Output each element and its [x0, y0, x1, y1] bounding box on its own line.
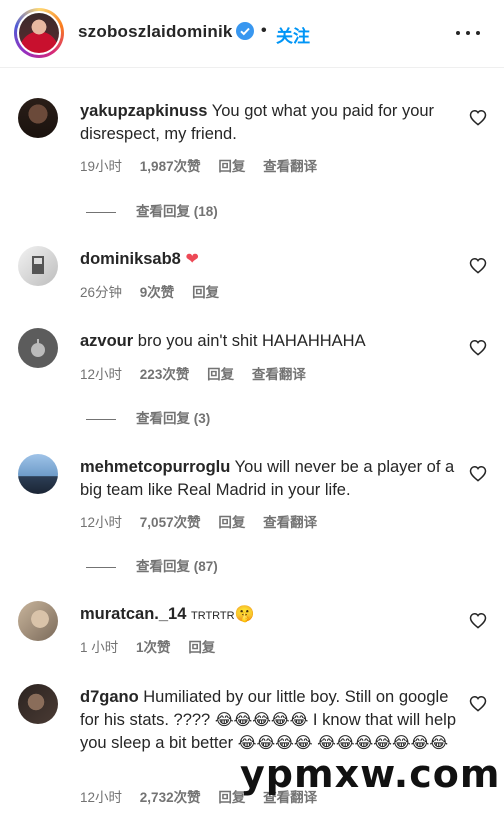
comment-text: TRTRTR — [190, 610, 235, 622]
view-replies-button[interactable]: 查看回复 (3) — [86, 407, 210, 427]
comment-likes[interactable]: 7,057次赞 — [140, 515, 201, 530]
comment-username[interactable]: muratcan._14 — [80, 605, 186, 623]
comment-time: 26分钟 — [80, 285, 123, 300]
comment-body: d7gano Humiliated by our little boy. Sti… — [80, 686, 460, 755]
comment-username[interactable]: dominiksab8 — [80, 250, 181, 268]
comment-username[interactable]: mehmetcopurroglu — [80, 458, 230, 476]
comment-username[interactable]: d7gano — [80, 688, 139, 706]
commenter-avatar[interactable] — [18, 684, 58, 724]
view-replies-button[interactable]: 查看回复 (18) — [86, 200, 218, 220]
comment-text: bro you ain't shit HAHAHHAHA — [137, 332, 366, 350]
reply-button[interactable]: 回复 — [218, 515, 245, 530]
reply-button[interactable]: 回复 — [188, 640, 215, 655]
comment-body: muratcan._14 TRTRTR🤫 — [80, 603, 460, 628]
comment-time: 19小时 — [80, 159, 123, 174]
comment-body: mehmetcopurroglu You will never be a pla… — [80, 456, 460, 502]
reply-button[interactable]: 回复 — [192, 285, 219, 300]
laughing-emoji-row: 😂😂😂😂😂 — [214, 712, 309, 729]
watermark-text: ypmxw.com — [240, 752, 501, 796]
follow-button[interactable]: 关注 — [276, 22, 310, 47]
comment-likes[interactable]: 223次赞 — [140, 367, 190, 382]
comment-meta: 12小时 223次赞 回复 查看翻译 — [80, 363, 320, 383]
reply-button[interactable]: 回复 — [207, 367, 234, 382]
commenter-avatar[interactable] — [18, 601, 58, 641]
like-heart-icon[interactable] — [469, 465, 487, 482]
commenter-avatar[interactable] — [18, 454, 58, 494]
comment-time: 12小时 — [80, 515, 123, 530]
more-options-icon[interactable] — [456, 26, 480, 40]
red-heart-emoji: ❤ — [185, 251, 199, 268]
like-heart-icon[interactable] — [469, 257, 487, 274]
translate-button[interactable]: 查看翻译 — [252, 367, 306, 382]
replies-divider — [86, 566, 116, 568]
replies-divider — [86, 418, 116, 420]
comment-time: 1 小时 — [80, 640, 119, 655]
verified-badge-icon — [236, 22, 254, 40]
view-replies-button[interactable]: 查看回复 (87) — [86, 555, 218, 575]
commenter-avatar[interactable] — [18, 98, 58, 138]
apple-logo-icon — [31, 339, 45, 357]
commenter-avatar[interactable] — [18, 328, 58, 368]
laughing-emoji-row: 😂😂😂😂 — [237, 735, 313, 752]
comment-likes[interactable]: 1次赞 — [136, 640, 171, 655]
avatar-image — [32, 256, 44, 274]
comment-likes[interactable]: 1,987次赞 — [140, 159, 201, 174]
comment-body: yakupzapkinuss You got what you paid for… — [80, 100, 460, 146]
comment-meta: 12小时 7,057次赞 回复 查看翻译 — [80, 511, 331, 531]
comment-time: 12小时 — [80, 367, 123, 382]
comment-body: dominiksab8 ❤ — [80, 248, 460, 271]
reply-button[interactable]: 回复 — [218, 159, 245, 174]
separator-dot: • — [261, 22, 267, 39]
comment-username[interactable]: yakupzapkinuss — [80, 102, 207, 120]
comment-body: azvour bro you ain't shit HAHAHHAHA — [80, 330, 460, 353]
shush-emoji: 🤫 — [234, 606, 255, 623]
profile-avatar[interactable] — [14, 8, 64, 58]
replies-divider — [86, 211, 116, 213]
like-heart-icon[interactable] — [469, 695, 487, 712]
comment-time: 12小时 — [80, 790, 123, 805]
like-heart-icon[interactable] — [469, 109, 487, 126]
comment-username[interactable]: azvour — [80, 332, 133, 350]
comment-meta: 26分钟 9次赞 回复 — [80, 281, 233, 301]
translate-button[interactable]: 查看翻译 — [263, 515, 317, 530]
header-username[interactable]: szoboszlaidominik — [78, 22, 233, 42]
laughing-emoji-row: 😂😂😂😂😂😂😂 — [317, 735, 449, 752]
like-heart-icon[interactable] — [469, 339, 487, 356]
like-heart-icon[interactable] — [469, 612, 487, 629]
translate-button[interactable]: 查看翻译 — [263, 159, 317, 174]
comment-likes[interactable]: 2,732次赞 — [140, 790, 201, 805]
commenter-avatar[interactable] — [18, 246, 58, 286]
comment-meta: 1 小时 1次赞 回复 — [80, 636, 229, 656]
avatar-image — [19, 13, 59, 53]
post-header: szoboszlaidominik • 关注 — [0, 0, 504, 68]
comment-likes[interactable]: 9次赞 — [140, 285, 175, 300]
comment-meta: 19小时 1,987次赞 回复 查看翻译 — [80, 155, 331, 175]
